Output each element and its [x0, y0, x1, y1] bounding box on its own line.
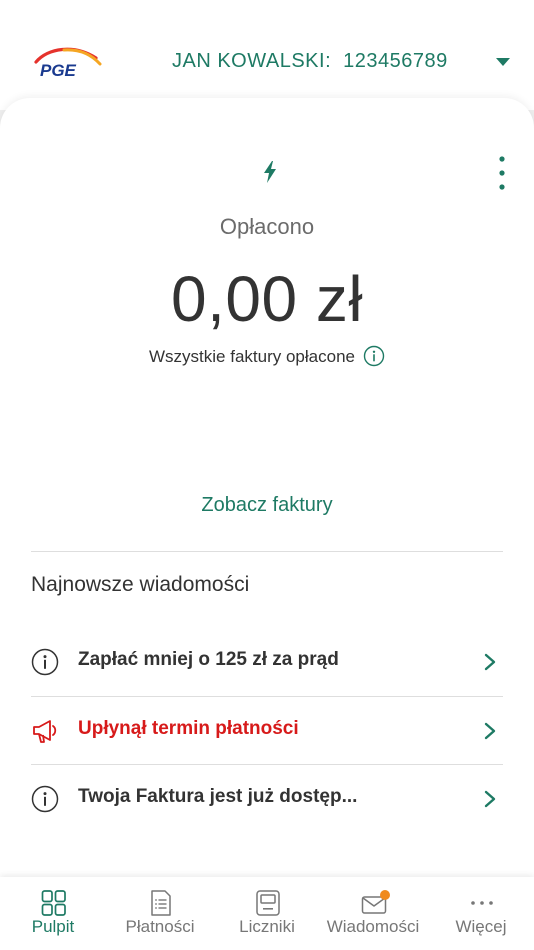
message-item-alert[interactable]: Upłynął termin płatności — [31, 697, 503, 765]
more-vertical-icon[interactable] — [494, 155, 510, 191]
tab-platnosci[interactable]: Płatności — [107, 877, 213, 950]
info-icon — [31, 648, 59, 676]
message-text: Upłynął termin płatności — [78, 718, 299, 739]
pge-logo: PGE — [34, 47, 102, 80]
payment-status: Opłacono — [219, 214, 315, 239]
account-selector[interactable]: JAN KOWALSKI: 123456789 — [172, 50, 448, 73]
chevron-right-icon — [484, 722, 496, 740]
info-icon — [31, 785, 59, 813]
lightning-icon — [264, 161, 276, 183]
see-invoices-link[interactable]: Zobacz faktury — [0, 494, 534, 517]
message-text: Zapłać mniej o 125 zł za prąd — [78, 649, 339, 670]
invoices-note-text: Wszystkie faktury opłacone — [149, 347, 355, 366]
meter-icon — [256, 890, 280, 916]
divider — [31, 551, 503, 552]
chevron-right-icon — [484, 790, 496, 808]
account-name: JAN KOWALSKI: — [172, 50, 332, 72]
envelope-icon — [361, 890, 390, 914]
tab-label: Więcej — [455, 917, 507, 936]
message-text: Twoja Faktura jest już dostęp... — [78, 786, 358, 807]
messages-section-title: Najnowsze wiadomości — [31, 573, 250, 596]
logo-text: PGE — [40, 61, 77, 80]
tab-label: Płatności — [125, 917, 195, 936]
invoice-list-icon — [151, 890, 171, 916]
tab-label: Pulpit — [31, 917, 75, 936]
invoices-note: Wszystkie faktury opłacone — [0, 345, 534, 367]
tab-wiecej[interactable]: Więcej — [428, 877, 534, 950]
balance-amount: 0,00 zł — [170, 263, 364, 335]
tab-pulpit[interactable]: Pulpit — [0, 877, 106, 950]
tab-liczniki[interactable]: Liczniki — [214, 877, 320, 950]
more-dots-icon — [471, 901, 493, 905]
message-item[interactable]: Zapłać mniej o 125 zł za prąd — [31, 628, 503, 696]
account-number: 123456789 — [343, 50, 448, 72]
bottom-tab-bar: Pulpit Płatności Liczniki Wiadomości Wię… — [0, 877, 534, 950]
tab-label: Liczniki — [239, 917, 295, 936]
dashboard-grid-icon — [41, 890, 66, 916]
chevron-down-icon[interactable] — [494, 56, 512, 68]
app-header: PGE JAN KOWALSKI: 123456789 — [0, 0, 534, 110]
tab-label: Wiadomości — [326, 917, 420, 936]
notification-badge — [380, 890, 390, 900]
megaphone-icon — [33, 720, 57, 743]
chevron-right-icon — [484, 653, 496, 671]
tab-wiadomosci[interactable]: Wiadomości — [320, 877, 426, 950]
info-icon[interactable] — [363, 345, 385, 367]
message-item[interactable]: Twoja Faktura jest już dostęp... — [31, 765, 503, 833]
